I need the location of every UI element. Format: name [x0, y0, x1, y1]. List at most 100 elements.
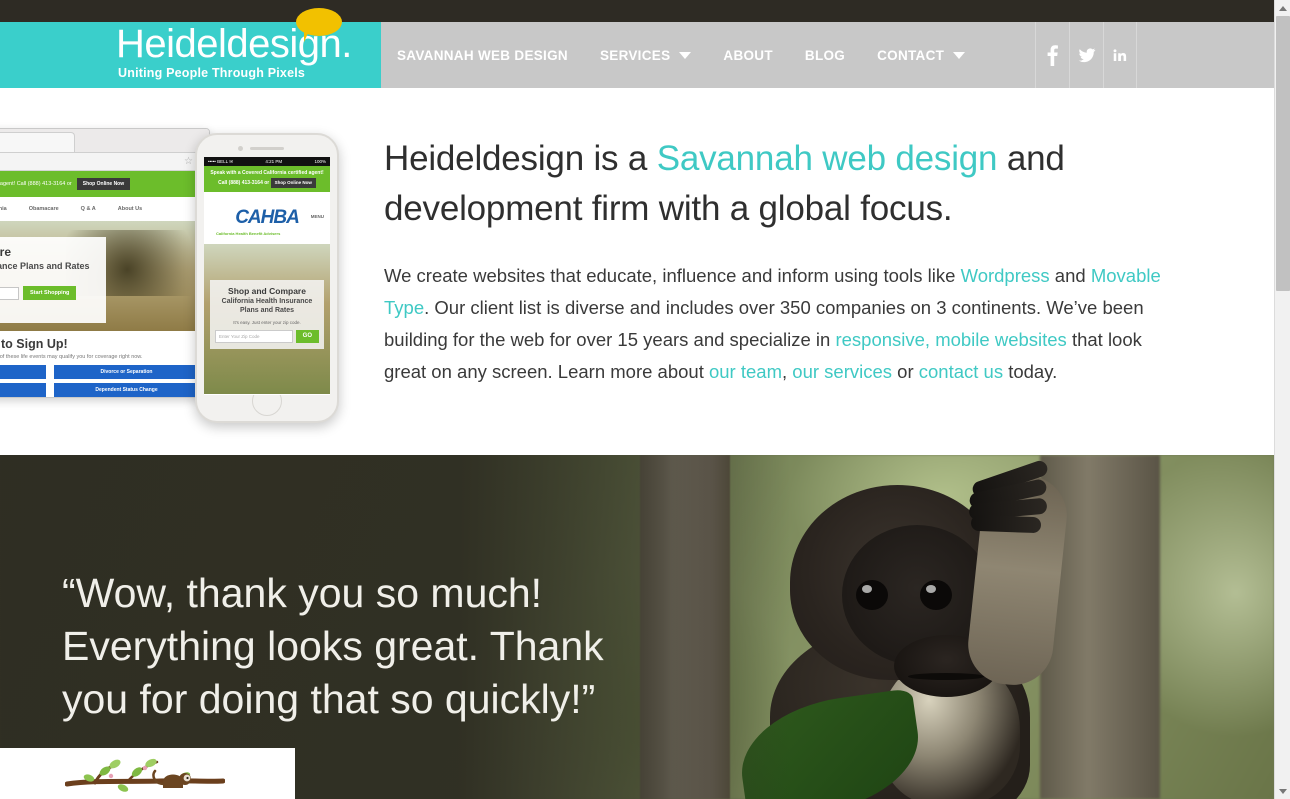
intro-copy: Heideldesign is a Savannah web design an… [384, 134, 1184, 388]
page-title: Heideldesign is a Savannah web design an… [384, 134, 1184, 234]
linkedin-icon [1113, 49, 1127, 61]
para-text-5: , [782, 361, 793, 382]
para-text-2: and [1049, 265, 1091, 286]
nav-label: SAVANNAH WEB DESIGN [397, 47, 568, 63]
browser-chrome [0, 129, 209, 153]
twitter-link[interactable] [1069, 22, 1103, 88]
mockup-nav-item: Covered California [0, 206, 7, 212]
mockup-promo-banner: Speak with a Covered California certifie… [0, 171, 209, 197]
phone-clock: 4:21 PM [265, 159, 283, 164]
link-our-services[interactable]: our services [792, 361, 892, 382]
phone-banner-line2: Call (888) 413-3164 or [218, 179, 270, 186]
scroll-up-button[interactable] [1275, 0, 1290, 16]
phone-speaker-icon [250, 147, 284, 150]
browser-address-bar [0, 153, 209, 171]
para-text-6: or [892, 361, 919, 382]
brand-tagline: Uniting People Through Pixels [118, 66, 306, 80]
mockup-hero-subtitle: California Health Insurance Plans and Ra… [0, 261, 90, 271]
twitter-icon [1078, 48, 1095, 63]
mockup-event-button: Dependent Status Change [54, 383, 199, 397]
mockup-nav-item: Obamacare [28, 206, 59, 212]
scroll-down-button[interactable] [1275, 783, 1290, 799]
mockup-event-button: Marriage [0, 365, 46, 379]
heading-text-1: Heideldesign is a [384, 139, 657, 178]
phone-zip-input: Enter Your Zip Code [215, 329, 293, 343]
mockup-start-shopping-button: Start Shopping [23, 286, 77, 300]
phone-hero-card: Shop and Compare California Health Insur… [210, 280, 324, 349]
phone-go-button: GO [295, 329, 319, 343]
phone-carrier: ••••• BELL ✉ [208, 158, 233, 164]
link-wordpress[interactable]: Wordpress [961, 265, 1050, 286]
phone-hero-title: Shop and Compare [228, 286, 306, 297]
linkedin-link[interactable] [1103, 22, 1137, 88]
mockup-zip-input: Enter Your Zip Code [0, 286, 19, 300]
mockup-nav-item: Q & A [80, 206, 96, 212]
phone-battery: 100% [314, 159, 326, 164]
facebook-icon [1047, 45, 1058, 66]
mockup-banner-text: Speak with a Covered California certifie… [0, 181, 72, 187]
next-section-card [0, 748, 295, 799]
scroll-down-arrow-icon [1279, 788, 1287, 794]
facebook-link[interactable] [1035, 22, 1069, 88]
mockup-nav-item: About Us [117, 206, 143, 212]
mockup-hero-title: Shop and Compare [0, 245, 12, 259]
intro-paragraph: We create websites that educate, influen… [384, 260, 1184, 388]
page-scrollbar[interactable] [1274, 0, 1290, 799]
nav-item-services[interactable]: SERVICES [599, 47, 692, 63]
chevron-down-icon [953, 51, 966, 59]
mockup-shop-online-button: Shop Online Now [76, 178, 131, 190]
phone-shop-online-button: Shop Online Now [270, 177, 316, 189]
phone-status-bar: ••••• BELL ✉ 4:21 PM 100% [204, 157, 330, 166]
nav-item-blog[interactable]: BLOG [805, 48, 845, 63]
chevron-down-icon [679, 51, 692, 59]
mockup-signup-note: If you’ve recently married, divorced, an… [0, 354, 143, 360]
phone-promo-banner: Speak with a Covered California certifie… [204, 166, 330, 193]
para-text-7: today. [1003, 361, 1058, 382]
mockup-hero-note: It’s easy. Just enter your zip code. [0, 275, 96, 281]
para-text-1: We create websites that educate, influen… [384, 265, 961, 286]
scrollbar-thumb[interactable] [1276, 16, 1290, 291]
phone-hero-subtitle: California Health Insurance Plans and Ra… [221, 298, 313, 314]
phone-hero-note: It’s easy. Just enter your zip code. [233, 319, 301, 325]
mockup-site-nav: Covered California Obamacare Q & A About… [0, 197, 209, 221]
mockup-event-button: Divorce or Separation [54, 365, 199, 379]
phone-camera-icon [238, 146, 243, 151]
mockup-signup-title: It’s Not Too Late to Sign Up! [0, 337, 68, 351]
nav-item-about[interactable]: ABOUT [723, 48, 773, 63]
nav-item-savannah-web-design[interactable]: SAVANNAH WEB DESIGN [397, 48, 568, 63]
intro-section: ☆ Speak with a Covered California certif… [0, 88, 1274, 455]
main-navigation: SAVANNAH WEB DESIGN SERVICES ABOUT BLOG … [381, 22, 1274, 88]
desktop-browser-mockup: ☆ Speak with a Covered California certif… [0, 128, 210, 398]
site-header: Heideldesign. Uniting People Through Pix… [0, 8, 1274, 88]
mobile-phone-mockup: ••••• BELL ✉ 4:21 PM 100% Speak with a C… [195, 133, 339, 423]
mockup-event-button: Tax Penalties [0, 383, 46, 397]
link-contact-us[interactable]: contact us [919, 361, 1003, 382]
nav-items: SAVANNAH WEB DESIGN SERVICES ABOUT BLOG … [397, 22, 997, 88]
nav-label: CONTACT [877, 47, 945, 63]
phone-logo-mark: CAHBA [235, 207, 300, 229]
brand-block[interactable]: Heideldesign. Uniting People Through Pix… [0, 8, 381, 88]
mockup-hero-card: Shop and Compare California Health Insur… [0, 237, 106, 323]
phone-zip-row: Enter Your Zip Code GO [215, 329, 319, 343]
link-responsive-mobile-websites[interactable]: responsive, mobile websites [835, 329, 1066, 350]
nav-label: BLOG [804, 47, 846, 63]
nav-item-contact[interactable]: CONTACT [877, 47, 966, 63]
scroll-up-arrow-icon [1279, 5, 1287, 11]
mockup-signup-block: It’s Not Too Late to Sign Up! If you’ve … [0, 331, 209, 397]
speech-bubble-icon [296, 8, 342, 42]
phone-menu-label: MENU [310, 214, 324, 220]
link-our-team[interactable]: our team [709, 361, 782, 382]
bookmark-star-icon: ☆ [184, 156, 193, 167]
phone-hero-image: Shop and Compare California Health Insur… [204, 244, 330, 395]
portfolio-mockups: ☆ Speak with a Covered California certif… [0, 128, 340, 438]
heading-link-savannah[interactable]: Savannah web design [657, 139, 998, 178]
phone-banner-line1: Speak with a Covered California certifie… [210, 170, 324, 176]
browser-tab [0, 132, 75, 152]
phone-screen: ••••• BELL ✉ 4:21 PM 100% Speak with a C… [204, 157, 330, 395]
nav-label: SERVICES [599, 47, 671, 63]
mockup-zip-row: Enter Your Zip Code Start Shopping [0, 286, 96, 300]
page-viewport: Heideldesign. Uniting People Through Pix… [0, 0, 1274, 799]
nav-label: ABOUT [723, 47, 773, 63]
social-links [1035, 22, 1137, 88]
testimonial-quote: “Wow, thank you so much! Everything look… [62, 570, 604, 722]
